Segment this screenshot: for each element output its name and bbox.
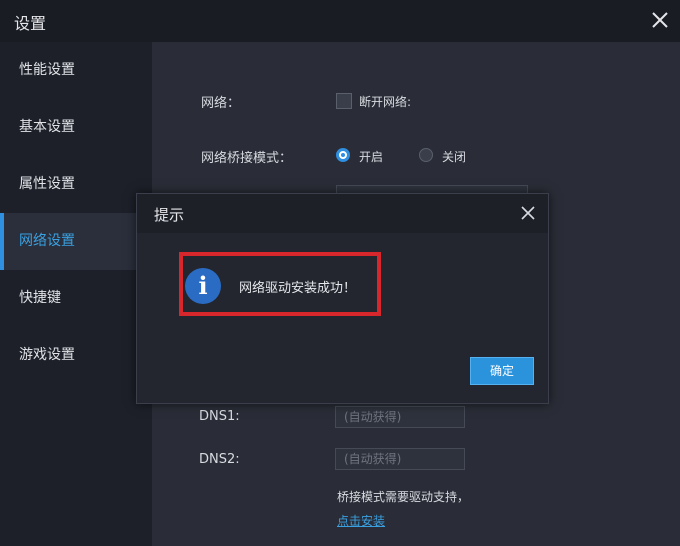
sidebar-item-network[interactable]: 网络设置	[0, 213, 152, 270]
driver-support-note: 桥接模式需要驱动支持，	[337, 490, 470, 504]
sidebar-item-game[interactable]: 游戏设置	[0, 327, 152, 384]
dns2-input[interactable]: (自动获得)	[335, 448, 465, 470]
close-icon[interactable]	[648, 8, 672, 32]
disconnect-checkbox[interactable]	[336, 93, 352, 109]
dialog-title: 提示	[154, 206, 185, 224]
dialog-title-bar: 提示	[137, 194, 548, 233]
bridge-off-radio[interactable]	[419, 148, 433, 162]
dns1-input[interactable]: (自动获得)	[335, 406, 465, 428]
info-icon: i	[185, 268, 221, 304]
bridge-mode-label: 网络桥接模式：	[201, 151, 293, 166]
dns2-label: DNS2:	[199, 452, 240, 467]
sidebar-item-performance[interactable]: 性能设置	[0, 42, 152, 99]
bridge-off-label: 关闭	[442, 150, 467, 164]
prompt-dialog: 提示 i 网络驱动安装成功！ 确定	[136, 193, 549, 404]
bridge-on-label: 开启	[359, 150, 384, 164]
sidebar-item-properties[interactable]: 属性设置	[0, 156, 152, 213]
window-title: 设置	[14, 14, 47, 33]
network-label: 网络：	[201, 96, 241, 111]
disconnect-label: 断开网络:	[359, 95, 412, 109]
sidebar-item-basic[interactable]: 基本设置	[0, 99, 152, 156]
ok-button[interactable]: 确定	[470, 357, 534, 385]
sidebar-item-shortcuts[interactable]: 快捷键	[0, 270, 152, 327]
sidebar: 性能设置 基本设置 属性设置 网络设置 快捷键 游戏设置	[0, 42, 152, 546]
dialog-message: 网络驱动安装成功！	[239, 281, 357, 296]
dialog-close-icon[interactable]	[520, 205, 536, 221]
install-driver-link[interactable]: 点击安装	[337, 512, 385, 529]
dns1-label: DNS1:	[199, 409, 240, 424]
title-bar: 设置	[0, 0, 680, 42]
bridge-on-radio[interactable]	[336, 148, 350, 162]
